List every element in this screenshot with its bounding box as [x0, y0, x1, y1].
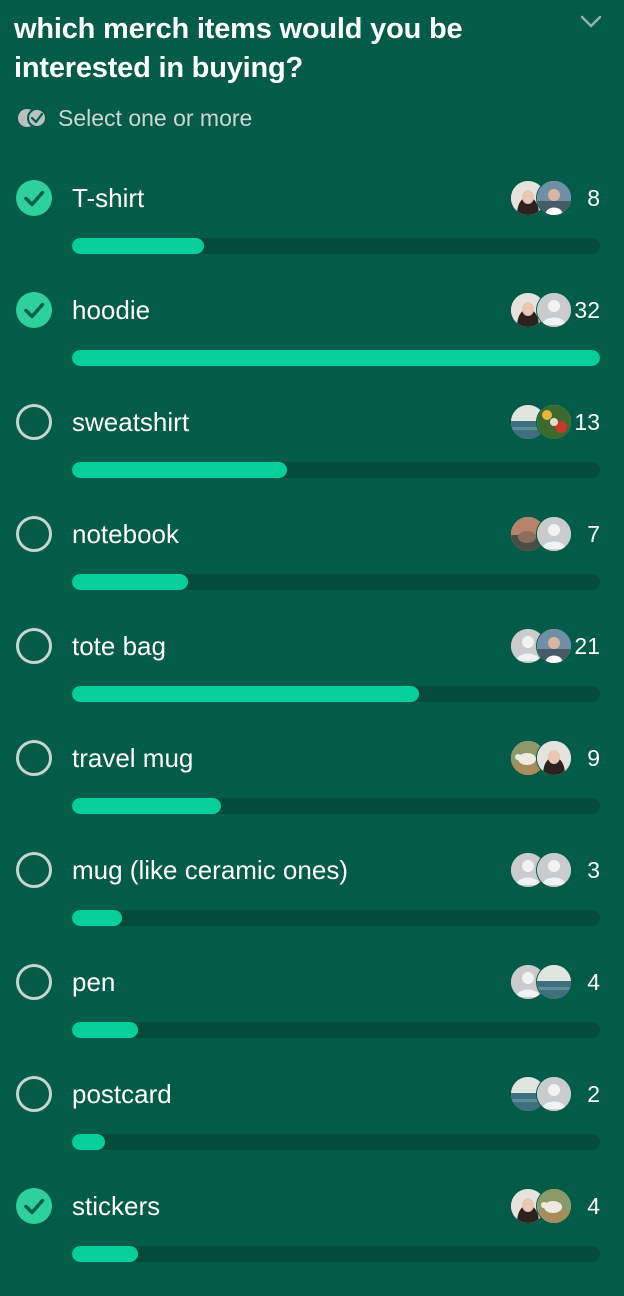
check-circle-icon[interactable] [16, 292, 52, 328]
voter-avatars[interactable] [510, 852, 572, 888]
option-label: stickers [72, 1191, 161, 1221]
poll-option[interactable]: stickers 4 [0, 1184, 624, 1296]
avatar [536, 180, 572, 216]
voter-avatars[interactable] [510, 740, 572, 776]
poll-option[interactable]: hoodie 32 [0, 288, 624, 400]
vote-count[interactable]: 4 [587, 1188, 600, 1224]
vote-bar-fill [72, 798, 221, 814]
circle-outline-icon[interactable] [16, 404, 52, 440]
vote-bar-track [72, 1022, 600, 1038]
avatar [536, 1188, 572, 1224]
option-label: mug (like ceramic ones) [72, 855, 348, 885]
poll-option[interactable]: travel mug 9 [0, 736, 624, 848]
voter-avatars[interactable] [510, 628, 572, 664]
chevron-down-icon[interactable] [578, 12, 604, 32]
poll-option[interactable]: mug (like ceramic ones) 3 [0, 848, 624, 960]
vote-bar-track [72, 686, 600, 702]
voter-avatars[interactable] [510, 964, 572, 1000]
circle-outline-icon[interactable] [16, 852, 52, 888]
vote-bar-track [72, 1134, 600, 1150]
option-label: postcard [72, 1079, 172, 1109]
circle-outline-icon[interactable] [16, 964, 52, 1000]
vote-bar-track [72, 462, 600, 478]
vote-bar-fill [72, 1246, 138, 1262]
vote-bar-fill [72, 462, 287, 478]
poll-option[interactable]: pen 4 [0, 960, 624, 1072]
vote-count[interactable]: 3 [587, 852, 600, 888]
avatar [536, 852, 572, 888]
avatar [536, 516, 572, 552]
poll-option[interactable]: T-shirt 8 [0, 176, 624, 288]
vote-bar-fill [72, 1022, 138, 1038]
voter-avatars[interactable] [510, 516, 572, 552]
vote-bar-fill [72, 574, 188, 590]
option-label: pen [72, 967, 116, 997]
double-check-icon [16, 107, 48, 129]
vote-bar-fill [72, 686, 419, 702]
vote-bar-track [72, 910, 600, 926]
circle-outline-icon[interactable] [16, 740, 52, 776]
option-label: sweatshirt [72, 407, 190, 437]
vote-bar-track [72, 350, 600, 366]
poll-option[interactable]: postcard 2 [0, 1072, 624, 1184]
voter-avatars[interactable] [510, 404, 572, 440]
vote-bar-fill [72, 238, 204, 254]
poll-header: which merch items would you be intereste… [14, 10, 574, 88]
vote-bar-track [72, 798, 600, 814]
option-label: travel mug [72, 743, 194, 773]
vote-count[interactable]: 13 [574, 404, 600, 440]
vote-count[interactable]: 8 [587, 180, 600, 216]
avatar [536, 404, 572, 440]
circle-outline-icon[interactable] [16, 516, 52, 552]
check-circle-icon[interactable] [16, 180, 52, 216]
poll-option[interactable]: sweatshirt 13 [0, 400, 624, 512]
avatar [536, 292, 572, 328]
circle-outline-icon[interactable] [16, 628, 52, 664]
avatar [536, 740, 572, 776]
voter-avatars[interactable] [510, 1188, 572, 1224]
option-label: tote bag [72, 631, 166, 661]
circle-outline-icon[interactable] [16, 1076, 52, 1112]
avatar [536, 628, 572, 664]
poll-subtitle: Select one or more [16, 104, 252, 132]
avatar [536, 1076, 572, 1112]
check-circle-icon[interactable] [16, 1188, 52, 1224]
vote-count[interactable]: 2 [587, 1076, 600, 1112]
voter-avatars[interactable] [510, 292, 572, 328]
avatar [536, 964, 572, 1000]
poll-question: which merch items would you be intereste… [14, 13, 463, 84]
vote-bar-fill [72, 910, 122, 926]
vote-bar-fill [72, 350, 600, 366]
vote-count[interactable]: 9 [587, 740, 600, 776]
poll-option[interactable]: tote bag 21 [0, 624, 624, 736]
option-label: T-shirt [72, 183, 145, 213]
vote-count[interactable]: 7 [587, 516, 600, 552]
vote-count[interactable]: 32 [574, 292, 600, 328]
vote-bar-track [72, 1246, 600, 1262]
vote-count[interactable]: 4 [587, 964, 600, 1000]
voter-avatars[interactable] [510, 1076, 572, 1112]
vote-count[interactable]: 21 [574, 628, 600, 664]
vote-bar-track [72, 574, 600, 590]
option-label: hoodie [72, 295, 151, 325]
vote-bar-track [72, 238, 600, 254]
subtitle-text: Select one or more [58, 104, 253, 131]
option-label: notebook [72, 519, 179, 549]
poll-option[interactable]: notebook 7 [0, 512, 624, 624]
vote-bar-fill [72, 1134, 105, 1150]
voter-avatars[interactable] [510, 180, 572, 216]
